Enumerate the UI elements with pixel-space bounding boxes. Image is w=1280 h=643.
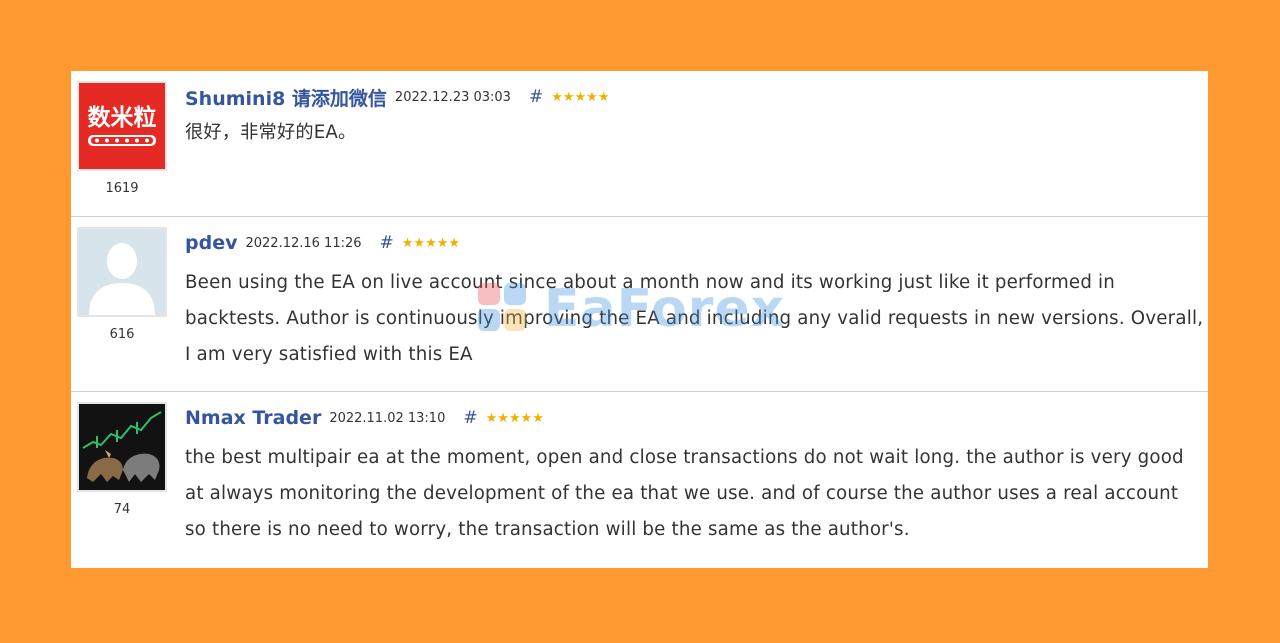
- review-meta: Shumini8 请添加微信 2022.12.23 03:03 # ★★★★★: [185, 84, 609, 110]
- review-meta: Nmax Trader 2022.11.02 13:10 # ★★★★★: [185, 405, 544, 431]
- avatar-column: 74: [75, 402, 169, 517]
- permalink-hash[interactable]: #: [463, 408, 477, 428]
- star-rating: ★★★★★: [401, 235, 461, 251]
- review-text: 很好，非常好的EA。: [185, 122, 357, 143]
- avatar[interactable]: [77, 402, 167, 492]
- review-meta: pdev 2022.12.16 11:26 # ★★★★★: [185, 230, 460, 256]
- review-count: 616: [109, 327, 135, 342]
- avatar[interactable]: [77, 227, 167, 317]
- avatar-column: 数米粒 1619: [75, 81, 169, 196]
- review-count: 1619: [105, 181, 139, 196]
- permalink-hash[interactable]: #: [380, 233, 394, 253]
- review-item: 616 pdev 2022.12.16 11:26 # ★★★★★ Been u…: [71, 217, 1208, 392]
- author-link[interactable]: pdev: [185, 232, 237, 254]
- review-count: 74: [113, 502, 131, 517]
- review-text: Been using the EA on live account since …: [185, 272, 1204, 365]
- star-rating: ★★★★★: [551, 89, 610, 105]
- bull-bear-chart-avatar-icon: [79, 404, 165, 490]
- review-date: 2022.12.23 03:03: [394, 89, 511, 105]
- review-text: the best multipair ea at the moment, ope…: [185, 447, 1184, 540]
- default-user-avatar-icon: [79, 229, 165, 315]
- permalink-hash[interactable]: #: [529, 87, 543, 107]
- review-item: 74 Nmax Trader 2022.11.02 13:10 # ★★★★★ …: [71, 392, 1208, 568]
- review-date: 2022.11.02 13:10: [329, 410, 446, 426]
- reviews-panel: 数米粒 1619 Shumini8 请添加微信 2022.12.23 03:03…: [71, 71, 1208, 568]
- author-link[interactable]: Nmax Trader: [185, 407, 321, 429]
- brand-logo-avatar-icon: 数米粒: [79, 83, 165, 169]
- star-rating: ★★★★★: [485, 410, 544, 426]
- author-link[interactable]: Shumini8 请添加微信: [185, 84, 387, 111]
- review-date: 2022.12.16 11:26: [245, 235, 362, 251]
- avatar-column: 616: [75, 227, 169, 342]
- avatar[interactable]: 数米粒: [77, 81, 167, 171]
- review-item: 数米粒 1619 Shumini8 请添加微信 2022.12.23 03:03…: [71, 71, 1208, 217]
- avatar-brand-text: 数米粒: [88, 104, 157, 131]
